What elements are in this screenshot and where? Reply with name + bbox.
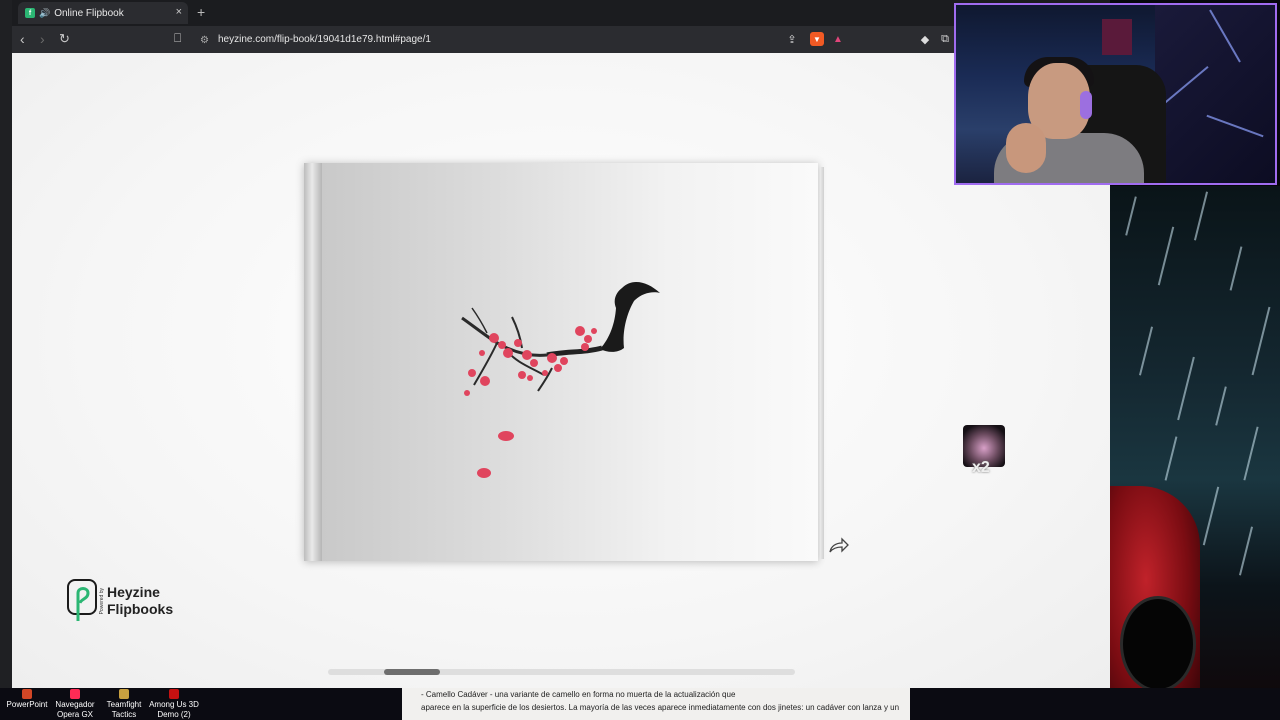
back-icon[interactable]: ‹ (20, 31, 25, 47)
tab-online-flipbook[interactable]: f 🔊 Online Flipbook × (18, 2, 188, 24)
taskbar-item-teamfight-tactics[interactable]: Teamfight Tactics (97, 688, 151, 720)
opera-gx-icon (70, 689, 80, 699)
desktop-wallpaper-rain (1110, 186, 1280, 720)
taskbar-item-powerpoint[interactable]: PowerPoint (0, 688, 54, 710)
overlay-line-1: - Camello Cadáver - una variante de came… (421, 690, 736, 699)
scrollbar-thumb[interactable] (384, 669, 441, 675)
avatar-multiplier-badge: x2 (972, 459, 990, 476)
wallet-icon[interactable]: ◆ (918, 32, 932, 46)
tab-bar: f 🔊 Online Flipbook × + (12, 0, 1110, 26)
browser-window: f 🔊 Online Flipbook × + ‹ › ↻ ⎕ ⚙ heyzin… (0, 0, 1110, 688)
document-text-overlay: - Camello Cadáver - una variante de came… (402, 688, 910, 720)
flipbook-book[interactable] (304, 163, 818, 561)
logo-text: Heyzine Flipbooks (107, 584, 173, 618)
logo-line-1: Heyzine (107, 584, 160, 600)
teamfight-tactics-icon (119, 689, 129, 699)
webcam-overlay (954, 3, 1277, 185)
page-edge (820, 167, 824, 559)
taskbar-label: PowerPoint (6, 700, 48, 709)
speaker-icon[interactable]: 🔊 (39, 8, 50, 19)
horizontal-scrollbar[interactable] (328, 669, 795, 675)
flipbook-viewer: Powered by Heyzine Flipbooks x2 (12, 53, 1110, 688)
close-tab-icon[interactable]: × (176, 6, 182, 18)
taskbar-item-opera-gx[interactable]: Navegador Opera GX (48, 688, 102, 720)
heyzine-logo[interactable]: Powered by Heyzine Flipbooks (67, 578, 173, 624)
tab-title: Online Flipbook (54, 7, 124, 19)
bookmark-icon[interactable]: ⎕ (174, 31, 181, 46)
share-arrow-icon[interactable] (827, 537, 849, 555)
heyzine-favicon-icon: f (25, 8, 35, 18)
url-text[interactable]: heyzine.com/flip-book/19041d1e79.html#pa… (218, 34, 431, 45)
book-spine (304, 163, 322, 561)
taskbar-item-among-us[interactable]: Among Us 3D Demo (2) (147, 688, 201, 720)
new-tab-button[interactable]: + (197, 4, 205, 20)
overlay-line-2: aparece en la superficie de los desierto… (421, 703, 900, 712)
extensions-icon[interactable]: ⧉ (938, 32, 952, 46)
powerpoint-icon (22, 689, 32, 699)
taskbar-label: Among Us 3D Demo (2) (149, 700, 199, 719)
taskbar-label: Teamfight Tactics (106, 700, 142, 719)
logo-line-2: Flipbooks (107, 601, 174, 617)
book-cover[interactable] (322, 163, 818, 561)
share-page-icon[interactable]: ⇪ (785, 32, 799, 46)
address-bar[interactable]: ⚙ heyzine.com/flip-book/19041d1e79.html#… (200, 30, 862, 49)
site-info-icon[interactable]: ⚙ (200, 35, 210, 46)
brave-shields-icon[interactable]: ▼ (810, 32, 824, 46)
taskbar-label: Navegador Opera GX (55, 700, 95, 719)
reload-icon[interactable]: ↻ (59, 31, 70, 47)
browser-toolbar: ‹ › ↻ ⎕ ⚙ heyzine.com/flip-book/19041d1e… (12, 26, 1110, 53)
powered-by-label: Powered by (99, 587, 105, 615)
heyzine-logo-icon (67, 579, 97, 621)
among-us-icon (169, 689, 179, 699)
rewards-icon[interactable]: ▲ (831, 32, 845, 46)
forward-icon[interactable]: › (40, 31, 45, 47)
cherry-blossom-illustration (461, 281, 660, 478)
